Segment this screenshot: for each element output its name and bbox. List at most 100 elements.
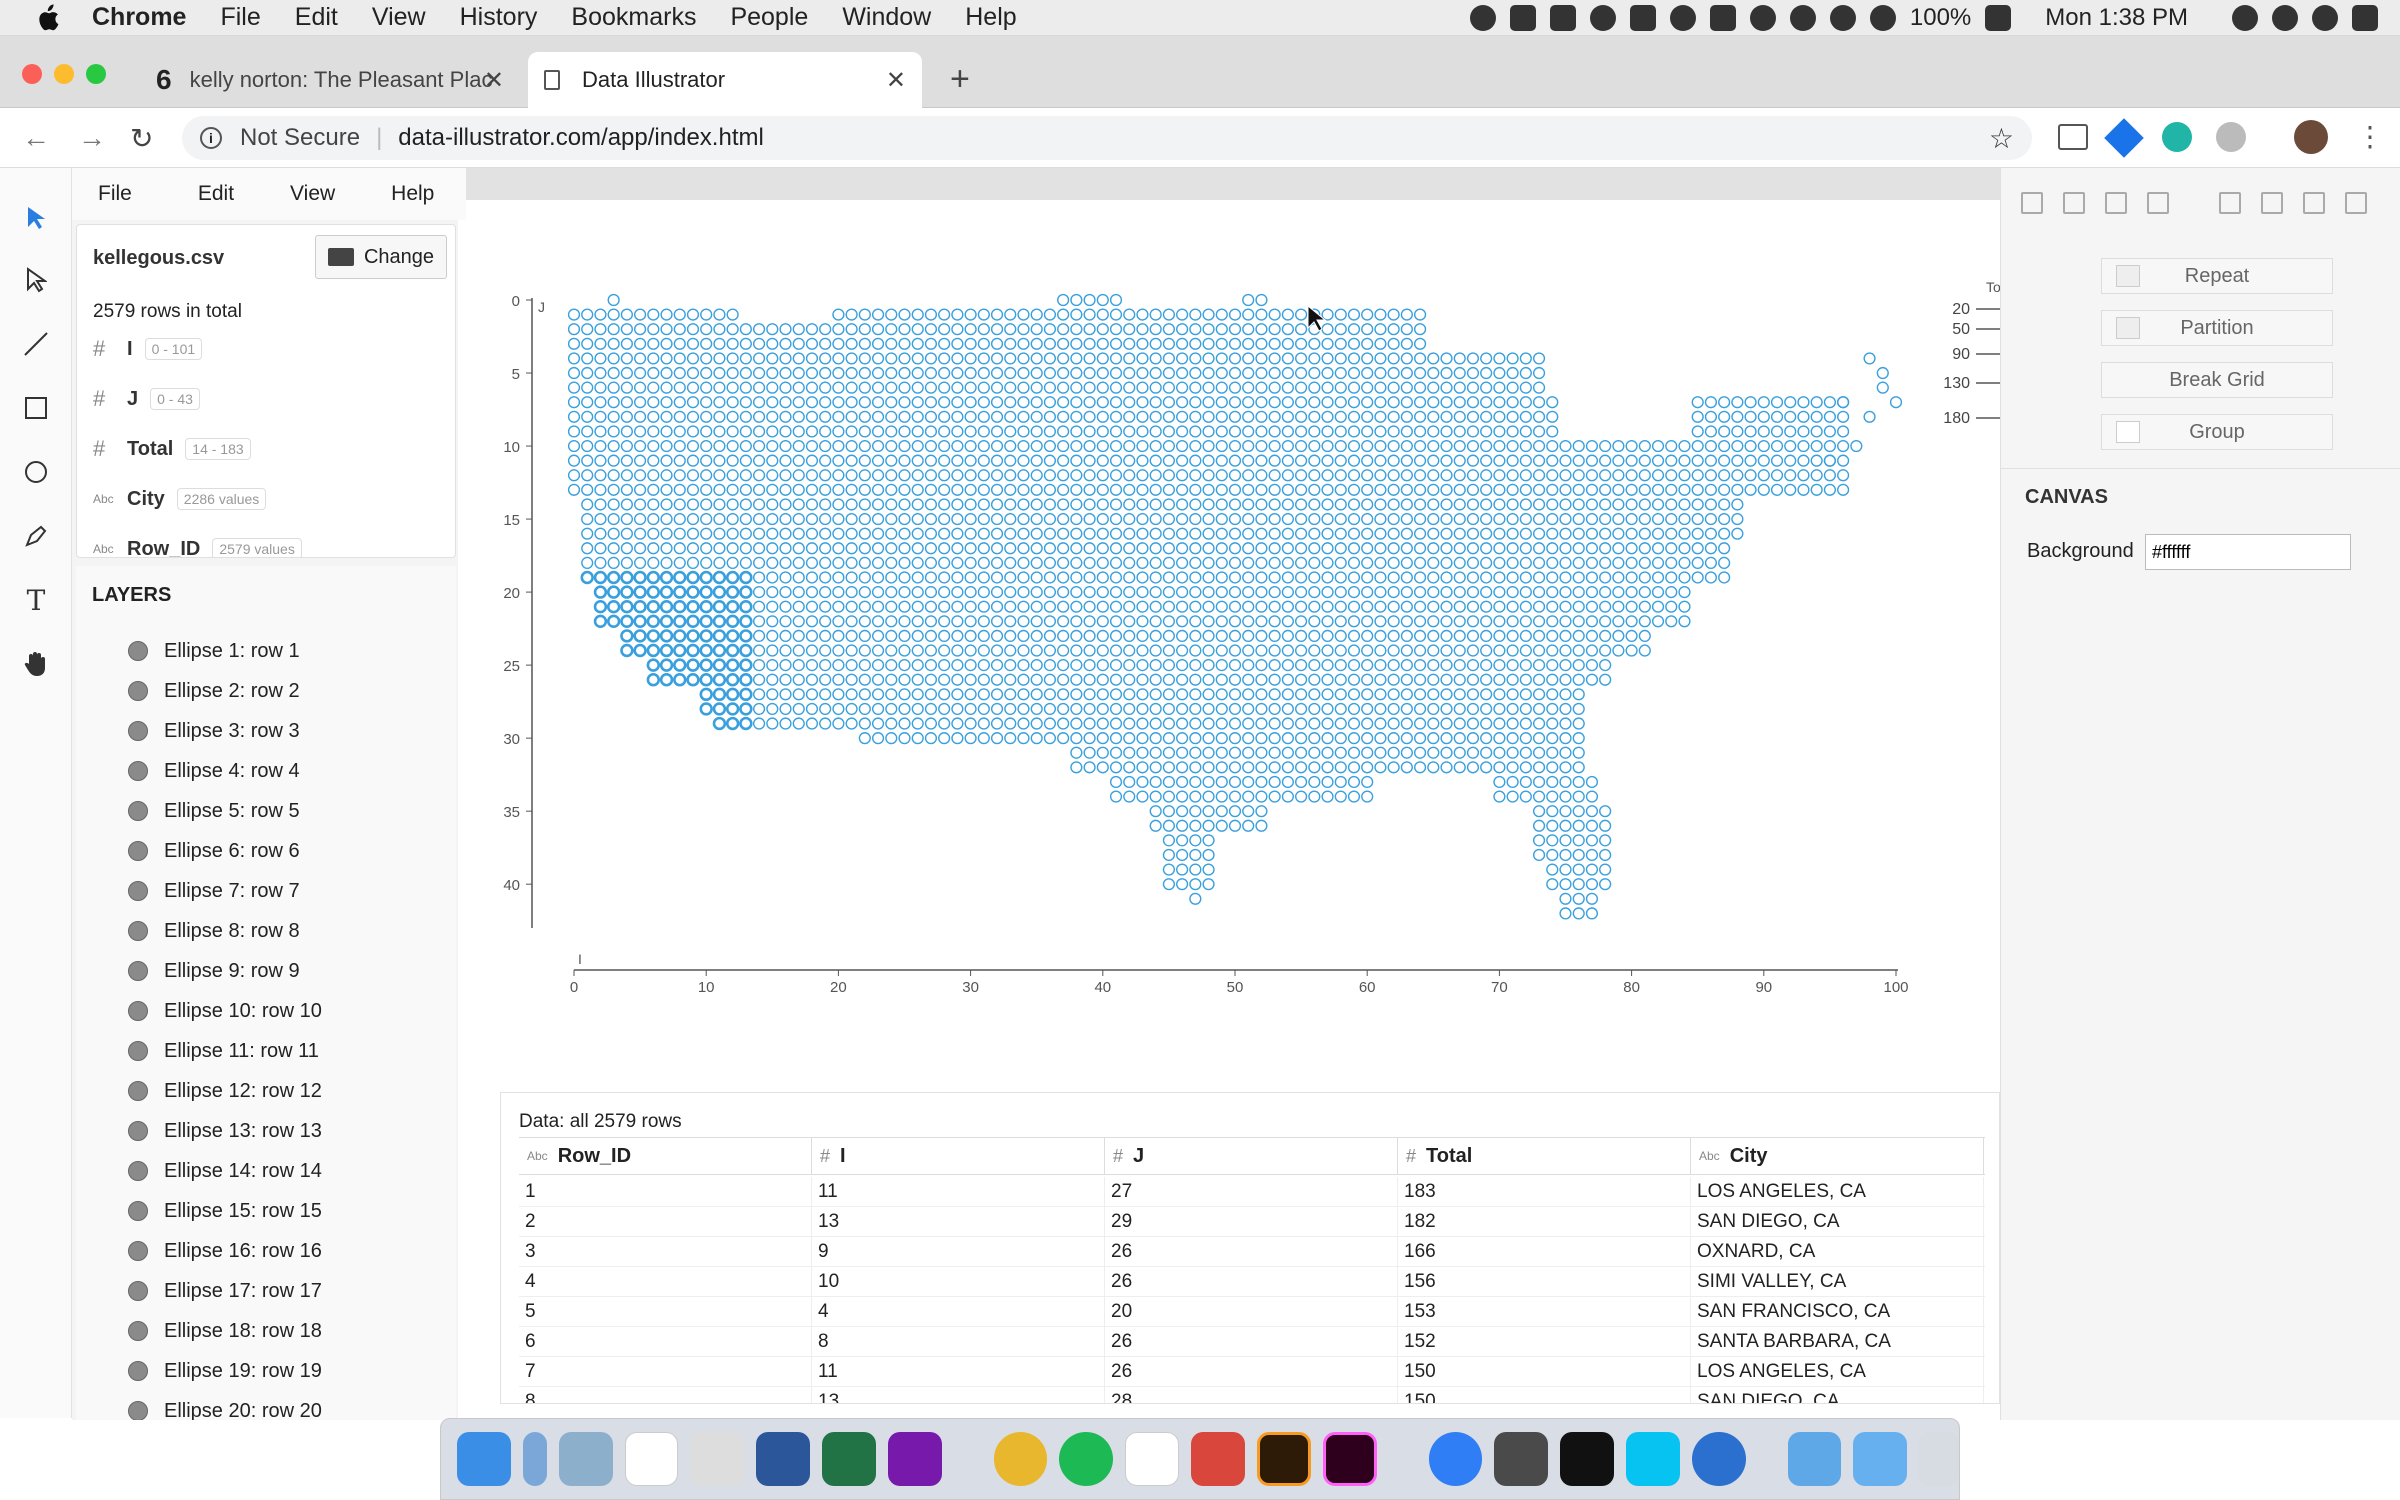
scissors-icon[interactable] xyxy=(690,1432,745,1486)
column-row-id[interactable]: Abc Row_ID 2579 values xyxy=(93,529,302,557)
layer-item[interactable]: Ellipse 20: row 20 xyxy=(128,1392,322,1420)
sublime-icon[interactable] xyxy=(1494,1432,1549,1486)
table-row[interactable]: 2 13 29 182 SAN DIEGO, CA xyxy=(519,1207,1985,1237)
align-left-icon[interactable] xyxy=(2219,192,2241,214)
table-row[interactable]: 6 8 26 152 SANTA BARBARA, CA xyxy=(519,1327,1985,1357)
battery-icon[interactable] xyxy=(1985,5,2012,31)
text-tool-icon[interactable]: T xyxy=(18,582,54,618)
repeat-button[interactable]: Repeat xyxy=(2101,258,2333,294)
menu-view[interactable]: View xyxy=(372,3,426,32)
apple-icon[interactable] xyxy=(30,1,64,35)
onenote-icon[interactable] xyxy=(887,1432,942,1486)
column-j[interactable]: # J 0 - 43 xyxy=(93,379,200,419)
volume-icon[interactable] xyxy=(1869,5,1896,31)
xd-icon[interactable] xyxy=(1322,1432,1377,1486)
app-menu-edit[interactable]: Edit xyxy=(158,182,260,206)
omnibox[interactable]: i Not Secure | data-illustrator.com/app/… xyxy=(182,116,2032,160)
user-icon[interactable] xyxy=(2232,5,2258,31)
menu-help[interactable]: Help xyxy=(965,3,1016,32)
profile-avatar[interactable] xyxy=(2294,120,2328,154)
preview-icon[interactable] xyxy=(558,1432,613,1486)
align-top-icon[interactable] xyxy=(2021,192,2043,214)
minimize-window-icon[interactable] xyxy=(54,64,74,84)
column-i[interactable]: # I 0 - 101 xyxy=(93,329,203,369)
line-tool-icon[interactable] xyxy=(18,326,54,362)
align-bottom-icon[interactable] xyxy=(2105,192,2127,214)
trash-icon[interactable] xyxy=(1919,1432,1960,1486)
reload-icon[interactable]: ↻ xyxy=(130,122,153,155)
extension-u-icon[interactable] xyxy=(2216,122,2246,152)
layer-item[interactable]: Ellipse 19: row 19 xyxy=(128,1352,322,1390)
back-icon[interactable]: ← xyxy=(22,122,50,154)
creative-cloud-icon[interactable] xyxy=(1589,5,1616,31)
layer-item[interactable]: Ellipse 6: row 6 xyxy=(128,832,300,870)
quicktime-icon[interactable] xyxy=(1691,1432,1746,1486)
cloud-upload-icon[interactable] xyxy=(1669,5,1696,31)
header-row-id[interactable]: Abc Row_ID xyxy=(519,1138,812,1174)
extension-icon[interactable] xyxy=(2104,118,2144,158)
m-icon[interactable] xyxy=(1709,5,1736,31)
wifi-icon[interactable] xyxy=(1829,5,1856,31)
layer-item[interactable]: Ellipse 17: row 17 xyxy=(128,1272,322,1310)
close-tab-icon[interactable]: ✕ xyxy=(484,66,504,95)
record-icon[interactable] xyxy=(1469,5,1496,31)
select-tool-icon[interactable] xyxy=(18,200,54,236)
partition-button[interactable]: Partition xyxy=(2101,310,2333,346)
pen-tool-icon[interactable] xyxy=(18,518,54,554)
webstorm-icon[interactable] xyxy=(1625,1432,1680,1486)
break-grid-button[interactable]: Break Grid xyxy=(2101,362,2333,398)
close-tab-icon[interactable]: ✕ xyxy=(886,66,906,95)
menu-bookmarks[interactable]: Bookmarks xyxy=(571,3,696,32)
bi-icon[interactable] xyxy=(1549,5,1576,31)
time-machine-icon[interactable] xyxy=(1749,5,1776,31)
layer-item[interactable]: Ellipse 8: row 8 xyxy=(128,912,300,950)
layer-item[interactable]: Ellipse 7: row 7 xyxy=(128,872,300,910)
close-window-icon[interactable] xyxy=(22,64,42,84)
ellipse-tool-icon[interactable] xyxy=(18,454,54,490)
layer-item[interactable]: Ellipse 16: row 16 xyxy=(128,1232,322,1270)
chart-canvas[interactable]: 05101520253035400 10 20 30 40 50 60 70 80 90 100IJ… xyxy=(466,200,2000,1060)
chrome-icon[interactable] xyxy=(993,1432,1048,1486)
tab-kelly-norton[interactable]: 6 kelly norton: The Pleasant Plac ✕ xyxy=(140,52,520,108)
url-text[interactable]: data-illustrator.com/app/index.html xyxy=(398,124,764,152)
zoom-window-icon[interactable] xyxy=(86,64,106,84)
notification-center-icon[interactable] xyxy=(2352,5,2378,31)
utility-icon[interactable] xyxy=(522,1432,547,1486)
layer-item[interactable]: Ellipse 18: row 18 xyxy=(128,1312,322,1350)
layer-item[interactable]: Ellipse 15: row 15 xyxy=(128,1192,322,1230)
bookmark-icon[interactable] xyxy=(1629,5,1656,31)
layer-item[interactable]: Ellipse 3: row 3 xyxy=(128,712,300,750)
distribute-horizontal-icon[interactable] xyxy=(2345,192,2367,214)
dropbox-icon[interactable] xyxy=(1509,5,1536,31)
spotify-icon[interactable] xyxy=(1059,1432,1114,1486)
cast-icon[interactable] xyxy=(2058,124,2088,150)
illustrator-icon[interactable] xyxy=(1256,1432,1311,1486)
new-tab-icon[interactable]: + xyxy=(950,60,970,99)
info-icon[interactable]: i xyxy=(200,127,222,149)
app-menu-file[interactable]: File xyxy=(72,182,158,206)
column-city[interactable]: Abc City 2286 values xyxy=(93,479,267,519)
menu-edit[interactable]: Edit xyxy=(295,3,338,32)
bookmark-star-icon[interactable]: ☆ xyxy=(1989,122,2014,155)
excel-icon[interactable] xyxy=(821,1432,876,1486)
header-city[interactable]: Abc City xyxy=(1691,1138,1984,1174)
distribute-vertical-icon[interactable] xyxy=(2147,192,2169,214)
applications-folder-icon[interactable] xyxy=(1853,1432,1908,1486)
folder-icon[interactable] xyxy=(1787,1432,1842,1486)
layer-item[interactable]: Ellipse 13: row 13 xyxy=(128,1112,322,1150)
layer-item[interactable]: Ellipse 10: row 10 xyxy=(128,992,322,1030)
menu-app-name[interactable]: Chrome xyxy=(92,3,186,32)
slack-icon[interactable] xyxy=(1125,1432,1180,1486)
align-middle-icon[interactable] xyxy=(2063,192,2085,214)
menu-history[interactable]: History xyxy=(460,3,538,32)
finder-icon[interactable] xyxy=(457,1432,511,1486)
layer-item[interactable]: Ellipse 11: row 11 xyxy=(128,1032,319,1070)
layer-item[interactable]: Ellipse 1: row 1 xyxy=(128,632,300,670)
chrome-menu-icon[interactable]: ⋮ xyxy=(2356,120,2384,153)
maps-pin-icon[interactable] xyxy=(1428,1432,1483,1486)
background-color-input[interactable] xyxy=(2145,534,2351,570)
column-total[interactable]: # Total 14 - 183 xyxy=(93,429,251,469)
layer-item[interactable]: Ellipse 12: row 12 xyxy=(128,1072,322,1110)
app-menu-view[interactable]: View xyxy=(260,182,361,206)
layer-item[interactable]: Ellipse 9: row 9 xyxy=(128,952,300,990)
